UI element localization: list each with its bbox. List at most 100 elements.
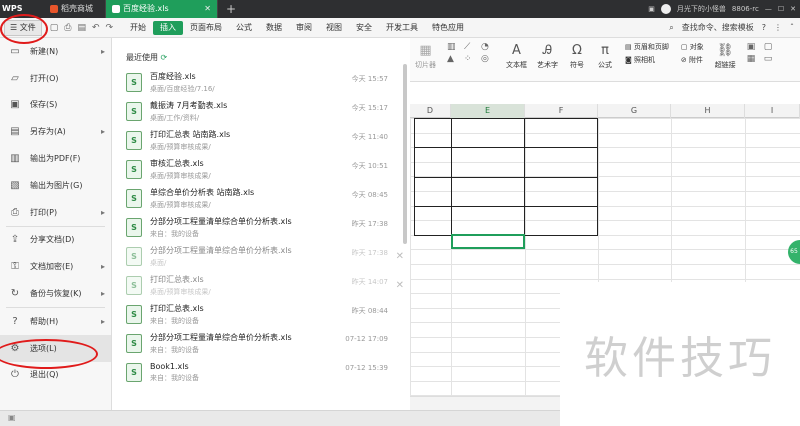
minimize-icon[interactable]: — [765, 5, 772, 13]
recent-file-name: 单综合单价分析表 站南路.xls [150, 188, 255, 197]
table-small-icon[interactable]: ▦ [747, 54, 761, 64]
recent-item[interactable]: S 打印汇总表.xls 桌面/预算审核成果/昨天 14:07 ✕ [126, 271, 404, 300]
more-icon[interactable]: ⋮ [774, 23, 782, 32]
skin-icon[interactable]: ▣ [648, 5, 655, 13]
wordart-button[interactable]: Ꭿ 艺术字 [537, 42, 558, 70]
new-tab-button[interactable]: + [218, 2, 244, 16]
textbox-button[interactable]: A 文本框 [506, 42, 527, 70]
tab-document[interactable]: 百度经验.xls ✕ [106, 0, 218, 18]
remove-recent-icon[interactable]: ✕ [396, 251, 404, 262]
file-menu-item[interactable]: ↻ 备份与恢复(K) ▸ [0, 280, 111, 307]
tab-6[interactable]: 视图 [319, 18, 349, 38]
save-icon: ▣ [10, 99, 20, 111]
bar-chart-icon[interactable]: ▥ [447, 42, 461, 52]
recent-file-name: 打印汇总表 站南路.xls [150, 130, 231, 139]
tab-store[interactable]: 稻壳商城 [44, 0, 106, 18]
tab-3[interactable]: 公式 [229, 18, 259, 38]
file-menu-item[interactable]: ⇪ 分享文档(D) [0, 227, 111, 254]
collapse-icon[interactable]: ˆ [790, 23, 794, 32]
recent-item[interactable]: S Book1.xls 来自：我的设备 07-12 15:39 [126, 358, 398, 387]
area-chart-icon[interactable]: ▲ [447, 54, 461, 64]
help-icon[interactable]: ? [762, 23, 766, 32]
header-footer-button[interactable]: ▤ 页眉和页脚 [625, 42, 669, 52]
search-commands[interactable]: 查找命令、搜索模板 [682, 22, 754, 33]
symbol-button[interactable]: Ω 符号 [568, 42, 586, 70]
submenu-arrow-icon: ▸ [100, 262, 105, 272]
slicer-button[interactable]: ▦ 切片器 [415, 42, 436, 70]
xls-file-icon: S [126, 334, 142, 353]
column-header[interactable]: H [671, 104, 745, 118]
recent-item[interactable]: S 分部分项工程量清单综合单价分析表.xls 来自：我的设备 07-12 17:09 [126, 329, 398, 358]
file-menu-label: 文档加密(E) [30, 262, 74, 272]
maximize-icon[interactable]: ☐ [778, 5, 784, 13]
object-button[interactable]: ▢ 对象 [681, 42, 704, 52]
recent-scrollbar[interactable] [403, 64, 407, 244]
file-menu-item[interactable]: ⎙ 打印(P) ▸ [0, 199, 111, 226]
file-menu-item[interactable]: ▱ 打开(O) [0, 65, 111, 92]
attach-button[interactable]: ⊘ 附件 [681, 55, 704, 65]
table-hline [414, 177, 598, 178]
line-chart-icon[interactable]: ⟋ [464, 42, 478, 52]
formula-button[interactable]: π 公式 [596, 42, 614, 70]
avatar[interactable] [660, 4, 671, 14]
xls-icon [112, 5, 120, 13]
redo-icon[interactable]: ↷ [106, 23, 114, 33]
recent-item[interactable]: S 分部分项工程量清单综合单价分析表.xls 来自：我的设备 昨天 17:38 [126, 213, 398, 242]
tab-8[interactable]: 开发工具 [379, 18, 425, 38]
other-chart-icon[interactable]: ◎ [481, 54, 495, 64]
column-header[interactable]: F [525, 104, 598, 118]
recent-item[interactable]: S 单综合单价分析表 站南路.xls 桌面/预算审核成果/今天 08:45 [126, 184, 398, 213]
wordart-label: 艺术字 [537, 61, 558, 69]
column-header[interactable]: E [451, 104, 525, 118]
recent-item[interactable]: S 戴振涛 7月考勤表.xls 桌面/工作/资料/今天 15:17 [126, 97, 398, 126]
hyperlink-button[interactable]: ⛓ 超链接 [715, 42, 736, 70]
file-menu-item[interactable]: ▥ 输出为PDF(F) [0, 145, 111, 172]
recent-item[interactable]: S 百度经验.xls 桌面/百度经验/7.16/今天 15:57 [126, 68, 398, 97]
tab-5[interactable]: 审阅 [289, 18, 319, 38]
preview-icon[interactable]: ▤ [77, 23, 86, 33]
tab-1[interactable]: 插入 [153, 20, 184, 35]
file-menu-item[interactable]: ⚿ 文档加密(E) ▸ [0, 253, 111, 280]
file-menu-item[interactable]: ▣ 保存(S) [0, 92, 111, 119]
column-header[interactable]: D [410, 104, 451, 118]
row-line [410, 278, 800, 280]
float-tool-button[interactable]: 65 [788, 240, 800, 264]
selected-cell[interactable] [451, 234, 525, 249]
file-menu-label: 分享文档(D) [30, 235, 75, 245]
recent-item[interactable]: S 打印汇总表 站南路.xls 桌面/预算审核成果/今天 11:40 [126, 126, 398, 155]
recent-item[interactable]: S 打印汇总表.xls 来自：我的设备 昨天 08:44 [126, 300, 398, 329]
image-small-icon[interactable]: ▢ [764, 42, 778, 52]
frame-small-icon[interactable]: ▭ [764, 54, 778, 64]
file-menu-item[interactable]: ▧ 输出为图片(G) [0, 172, 111, 199]
tab-0[interactable]: 开始 [123, 18, 153, 38]
file-menu-item[interactable]: ? 帮助(H) ▸ [0, 308, 111, 335]
save-icon[interactable]: ▢ [50, 23, 59, 33]
tab-2[interactable]: 页面布局 [183, 18, 229, 38]
column-header[interactable]: G [598, 104, 671, 118]
store-icon [50, 5, 58, 13]
xls-file-icon: S [126, 305, 142, 324]
recent-file-name: 审核汇总表.xls [150, 159, 204, 168]
camera-button[interactable]: ◙ 照相机 [625, 55, 669, 65]
tab-4[interactable]: 数据 [259, 18, 289, 38]
tab-7[interactable]: 安全 [349, 18, 379, 38]
tab-9[interactable]: 特色应用 [425, 18, 471, 38]
share-icon: ⇪ [10, 234, 20, 246]
print-icon[interactable]: ⎙ [64, 23, 71, 33]
user-name[interactable]: 月光下的小怪兽 [677, 4, 726, 14]
textbox-small-icon[interactable]: ▣ [747, 42, 761, 52]
search-icon[interactable]: ⌕ [669, 23, 673, 33]
scatter-chart-icon[interactable]: ⁘ [464, 54, 478, 64]
column-header[interactable]: I [745, 104, 800, 118]
refresh-icon[interactable]: ⟳ [161, 53, 168, 62]
remove-recent-icon[interactable]: ✕ [396, 280, 404, 291]
recent-item[interactable]: S 审核汇总表.xls 桌面/预算审核成果/今天 10:51 [126, 155, 398, 184]
recent-item[interactable]: S 分部分项工程量清单综合单价分析表.xls 桌面/昨天 17:38 ✕ [126, 242, 404, 271]
file-menu-item[interactable]: ▤ 另存为(A) ▸ [0, 118, 111, 145]
close-tab-icon[interactable]: ✕ [204, 0, 211, 18]
xls-file-icon: S [126, 276, 142, 295]
close-icon[interactable]: ✕ [790, 5, 796, 13]
attach-label: 附件 [688, 56, 703, 64]
undo-icon[interactable]: ↶ [92, 23, 100, 33]
pie-chart-icon[interactable]: ◔ [481, 42, 495, 52]
